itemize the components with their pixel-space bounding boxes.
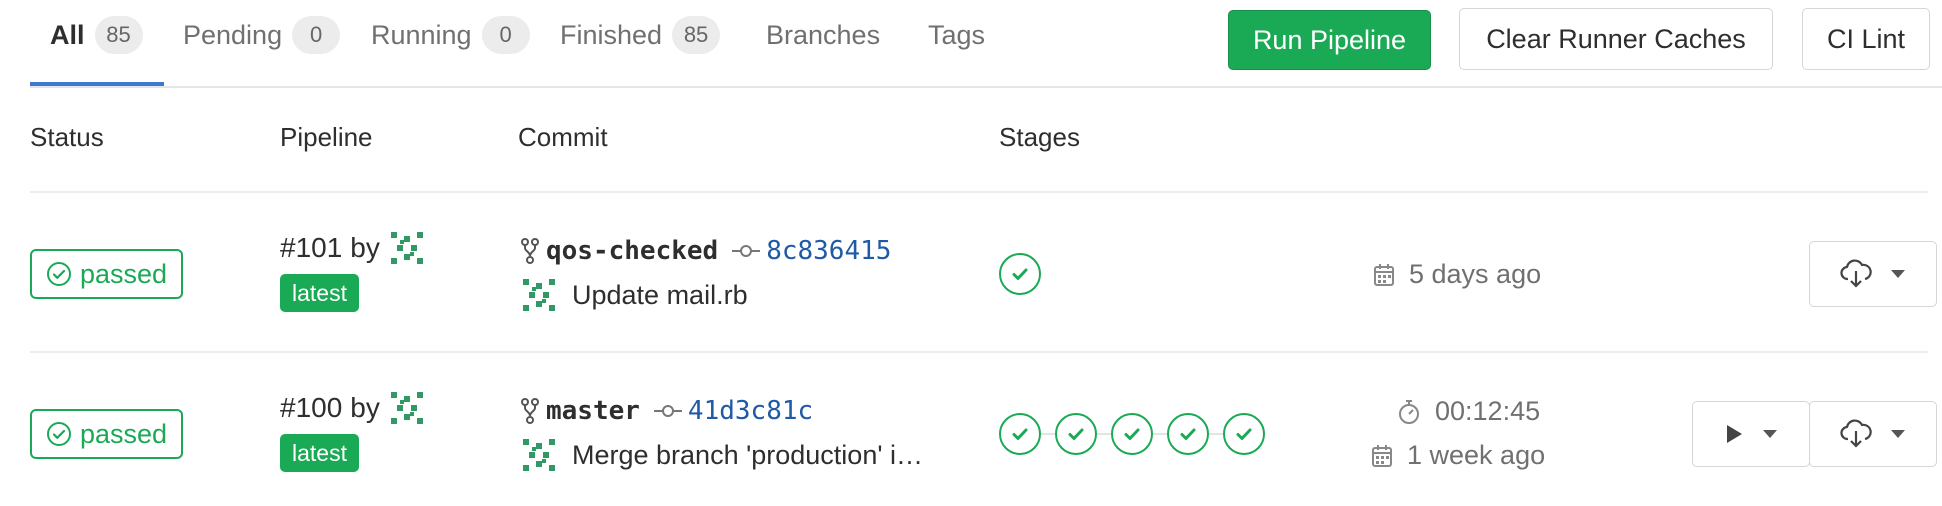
artifacts-dropdown[interactable] bbox=[1809, 241, 1937, 307]
header-stages: Stages bbox=[999, 122, 1080, 152]
latest-badge: latest bbox=[280, 434, 359, 472]
fork-icon bbox=[520, 397, 540, 425]
download-icon bbox=[1840, 419, 1872, 449]
commit-ref: qos-checked 8c836415 bbox=[520, 236, 891, 266]
play-icon bbox=[1724, 423, 1744, 445]
commit-ref: master 41d3c81c bbox=[520, 396, 813, 426]
duration: 00:12:45 bbox=[1397, 396, 1540, 427]
stage-status-icon[interactable] bbox=[1167, 413, 1209, 455]
commit-icon bbox=[732, 244, 761, 258]
commit-sha-link[interactable]: 41d3c81c bbox=[688, 396, 813, 426]
download-icon bbox=[1840, 259, 1872, 289]
by-label: by bbox=[350, 392, 380, 423]
stage-status-icon[interactable] bbox=[1111, 413, 1153, 455]
stage-status-icon[interactable] bbox=[999, 413, 1041, 455]
count-badge: 0 bbox=[292, 16, 341, 54]
check-circle-icon bbox=[46, 261, 72, 287]
clear-caches-label: Clear Runner Caches bbox=[1486, 23, 1746, 54]
chevron-down-icon bbox=[1890, 429, 1906, 439]
status-badge[interactable]: passed bbox=[30, 249, 184, 299]
commit-title-link[interactable]: Merge branch 'production' i… bbox=[572, 440, 923, 471]
tab-label: All bbox=[50, 19, 85, 50]
run-pipeline-button[interactable]: Run Pipeline bbox=[1228, 10, 1431, 70]
count-badge: 85 bbox=[94, 16, 143, 54]
status-label: passed bbox=[80, 258, 168, 289]
chevron-down-icon bbox=[1762, 429, 1778, 439]
pipeline-link[interactable]: #101 bbox=[280, 232, 342, 264]
branch-link[interactable]: qos-checked bbox=[546, 236, 718, 266]
tab-pending[interactable]: Pending 0 bbox=[183, 0, 341, 70]
ci-lint-button[interactable]: CI Lint bbox=[1802, 8, 1930, 70]
pipeline-id: #100 by bbox=[280, 389, 426, 427]
fork-icon bbox=[520, 237, 540, 265]
calendar-icon bbox=[1373, 263, 1395, 287]
tab-branches[interactable]: Branches bbox=[766, 0, 880, 70]
status-label: passed bbox=[80, 418, 168, 449]
latest-badge: latest bbox=[280, 274, 359, 312]
commit-message: Update mail.rb bbox=[520, 276, 748, 314]
row-divider bbox=[30, 351, 1928, 353]
avatar[interactable] bbox=[520, 276, 558, 314]
tab-finished[interactable]: Finished 85 bbox=[560, 0, 721, 70]
tab-running[interactable]: Running 0 bbox=[371, 0, 530, 70]
tab-all[interactable]: All 85 bbox=[50, 0, 143, 70]
finished-time: 1 week ago bbox=[1371, 440, 1545, 471]
header-status: Status bbox=[30, 122, 104, 152]
commit-sha-link[interactable]: 8c836415 bbox=[766, 236, 891, 266]
status-badge[interactable]: passed bbox=[30, 409, 184, 459]
timer-icon bbox=[1397, 399, 1421, 425]
avatar[interactable] bbox=[520, 436, 558, 474]
tabs-divider bbox=[30, 86, 1942, 88]
avatar[interactable] bbox=[387, 229, 426, 267]
stage-status-icon[interactable] bbox=[1055, 413, 1097, 455]
commit-message: Merge branch 'production' i… bbox=[520, 436, 923, 474]
count-badge: 0 bbox=[481, 16, 530, 54]
pipeline-id: #101 by bbox=[280, 229, 426, 267]
commit-icon bbox=[653, 404, 682, 418]
duration-value: 00:12:45 bbox=[1435, 396, 1541, 426]
by-label: by bbox=[350, 232, 380, 263]
tab-label: Branches bbox=[766, 19, 881, 50]
check-circle-icon bbox=[46, 421, 72, 447]
stage-status-icon[interactable] bbox=[1223, 413, 1265, 455]
chevron-down-icon bbox=[1890, 269, 1906, 279]
finished-time: 5 days ago bbox=[1373, 259, 1541, 290]
stage-status-icon[interactable] bbox=[999, 253, 1041, 295]
ci-lint-label: CI Lint bbox=[1826, 23, 1906, 54]
header-pipeline: Pipeline bbox=[280, 122, 373, 152]
tab-label: Running bbox=[371, 19, 472, 50]
finished-ago: 5 days ago bbox=[1409, 259, 1542, 289]
clear-runner-caches-button[interactable]: Clear Runner Caches bbox=[1459, 8, 1773, 70]
header-commit: Commit bbox=[518, 122, 608, 152]
artifacts-dropdown[interactable] bbox=[1809, 401, 1937, 467]
tab-tags[interactable]: Tags bbox=[928, 0, 985, 70]
branch-link[interactable]: master bbox=[546, 396, 640, 426]
manual-actions-dropdown[interactable] bbox=[1692, 401, 1810, 467]
pipeline-link[interactable]: #100 bbox=[280, 392, 342, 424]
avatar[interactable] bbox=[387, 389, 426, 427]
tab-label: Finished bbox=[560, 19, 663, 50]
commit-title-link[interactable]: Update mail.rb bbox=[572, 280, 748, 311]
run-pipeline-label: Run Pipeline bbox=[1252, 24, 1407, 55]
tab-label: Tags bbox=[928, 19, 986, 50]
count-badge: 85 bbox=[672, 16, 721, 54]
tab-label: Pending bbox=[183, 19, 283, 50]
row-divider bbox=[30, 191, 1928, 193]
finished-ago: 1 week ago bbox=[1407, 440, 1546, 470]
calendar-icon bbox=[1371, 444, 1393, 468]
